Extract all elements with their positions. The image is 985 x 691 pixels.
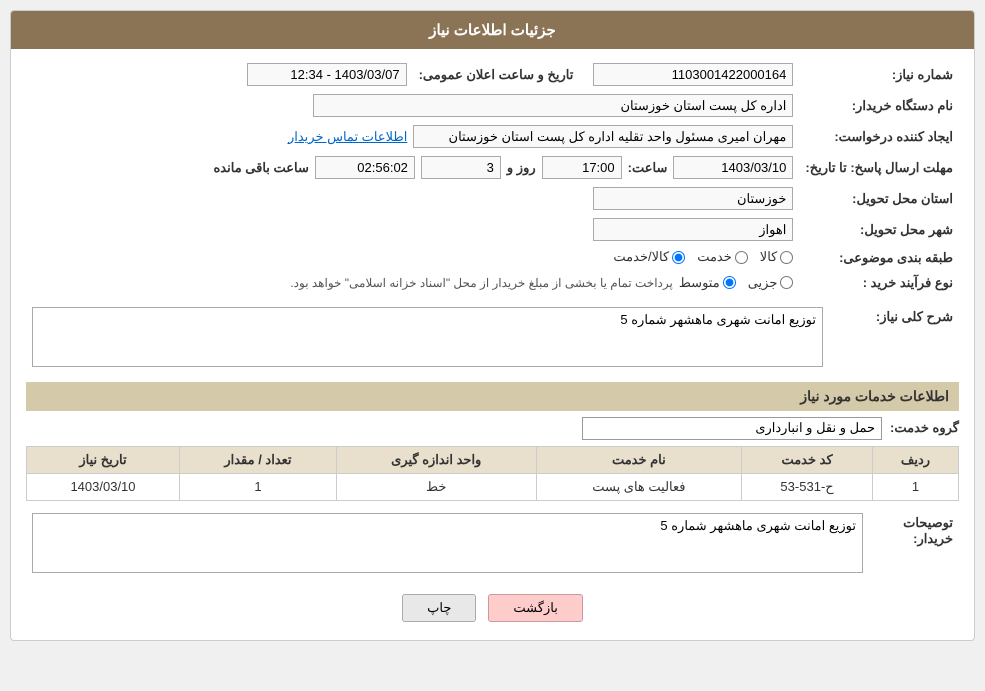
col-header-unit: واحد اندازه گیری: [336, 446, 536, 473]
deadline-remaining-label: ساعت باقی مانده: [214, 160, 309, 176]
buyer-org-label: نام دستگاه خریدار:: [799, 90, 959, 121]
category-option-khedmat[interactable]: خدمت: [697, 249, 748, 265]
announcement-date-input[interactable]: [247, 63, 407, 86]
col-header-name: نام خدمت: [536, 446, 742, 473]
col-header-row: ردیف: [873, 446, 959, 473]
buyer-desc-textarea[interactable]: توزیع امانت شهری ماهشهر شماره 5: [32, 513, 863, 573]
province-input[interactable]: [593, 187, 793, 210]
deadline-days-input[interactable]: [421, 156, 501, 179]
proc-type-radio-group: جزیی متوسط: [679, 275, 794, 291]
category-label: طبقه بندی موضوعی:: [799, 245, 959, 271]
category-option-kala-khedmat[interactable]: کالا/خدمت: [613, 249, 685, 265]
category-radio-group: کالا خدمت کالا/خدمت: [613, 249, 793, 265]
deadline-time-label: ساعت:: [628, 160, 668, 176]
proc-note: پرداخت تمام یا بخشی از مبلغ خریدار از مح…: [290, 276, 673, 290]
print-button[interactable]: چاپ: [402, 594, 476, 622]
proc-type-label: نوع فرآیند خرید :: [799, 271, 959, 295]
deadline-time-input[interactable]: [542, 156, 622, 179]
buyer-desc-label: توصیحات خریدار:: [869, 509, 959, 580]
services-table: ردیف کد خدمت نام خدمت واحد اندازه گیری ت…: [26, 446, 959, 501]
deadline-remaining-input[interactable]: [315, 156, 415, 179]
need-number-label: شماره نیاز:: [799, 59, 959, 90]
button-row: بازگشت چاپ: [26, 594, 959, 622]
table-cell-qty: 1: [179, 473, 336, 500]
description-textarea[interactable]: توزیع امانت شهری ماهشهر شماره 5: [32, 307, 823, 367]
requester-contact-link[interactable]: اطلاعات تماس خریدار: [288, 129, 407, 145]
deadline-label: مهلت ارسال پاسخ: تا تاریخ:: [799, 152, 959, 183]
requester-input[interactable]: [413, 125, 793, 148]
deadline-days-label: روز و: [507, 160, 536, 176]
page-title: جزئیات اطلاعات نیاز: [11, 11, 974, 49]
table-cell-unit: خط: [336, 473, 536, 500]
table-cell-name: فعالیت های پست: [536, 473, 742, 500]
deadline-date-input[interactable]: [673, 156, 793, 179]
table-row: 1ح-531-53فعالیت های پستخط11403/03/10: [27, 473, 959, 500]
city-label: شهر محل تحویل:: [799, 214, 959, 245]
table-cell-row: 1: [873, 473, 959, 500]
announcement-date-label: تاریخ و ساعت اعلان عمومی:: [413, 59, 580, 90]
requester-label: ایجاد کننده درخواست:: [799, 121, 959, 152]
description-label: شرح کلی نیاز:: [829, 303, 959, 374]
service-group-label: گروه خدمت:: [890, 420, 959, 436]
col-header-date: تاریخ نیاز: [27, 446, 180, 473]
province-label: استان محل تحویل:: [799, 183, 959, 214]
table-cell-code: ح-531-53: [742, 473, 873, 500]
proc-type-option-jozi[interactable]: جزیی: [748, 275, 794, 291]
col-header-qty: تعداد / مقدار: [179, 446, 336, 473]
col-header-code: کد خدمت: [742, 446, 873, 473]
services-header: اطلاعات خدمات مورد نیاز: [26, 382, 959, 411]
table-cell-date: 1403/03/10: [27, 473, 180, 500]
need-number-input[interactable]: [593, 63, 793, 86]
service-group-input[interactable]: [582, 417, 882, 440]
proc-type-option-motevaset[interactable]: متوسط: [679, 275, 736, 291]
buyer-org-input[interactable]: [313, 94, 793, 117]
category-option-kala[interactable]: کالا: [760, 249, 794, 265]
city-input[interactable]: [593, 218, 793, 241]
back-button[interactable]: بازگشت: [488, 594, 582, 622]
